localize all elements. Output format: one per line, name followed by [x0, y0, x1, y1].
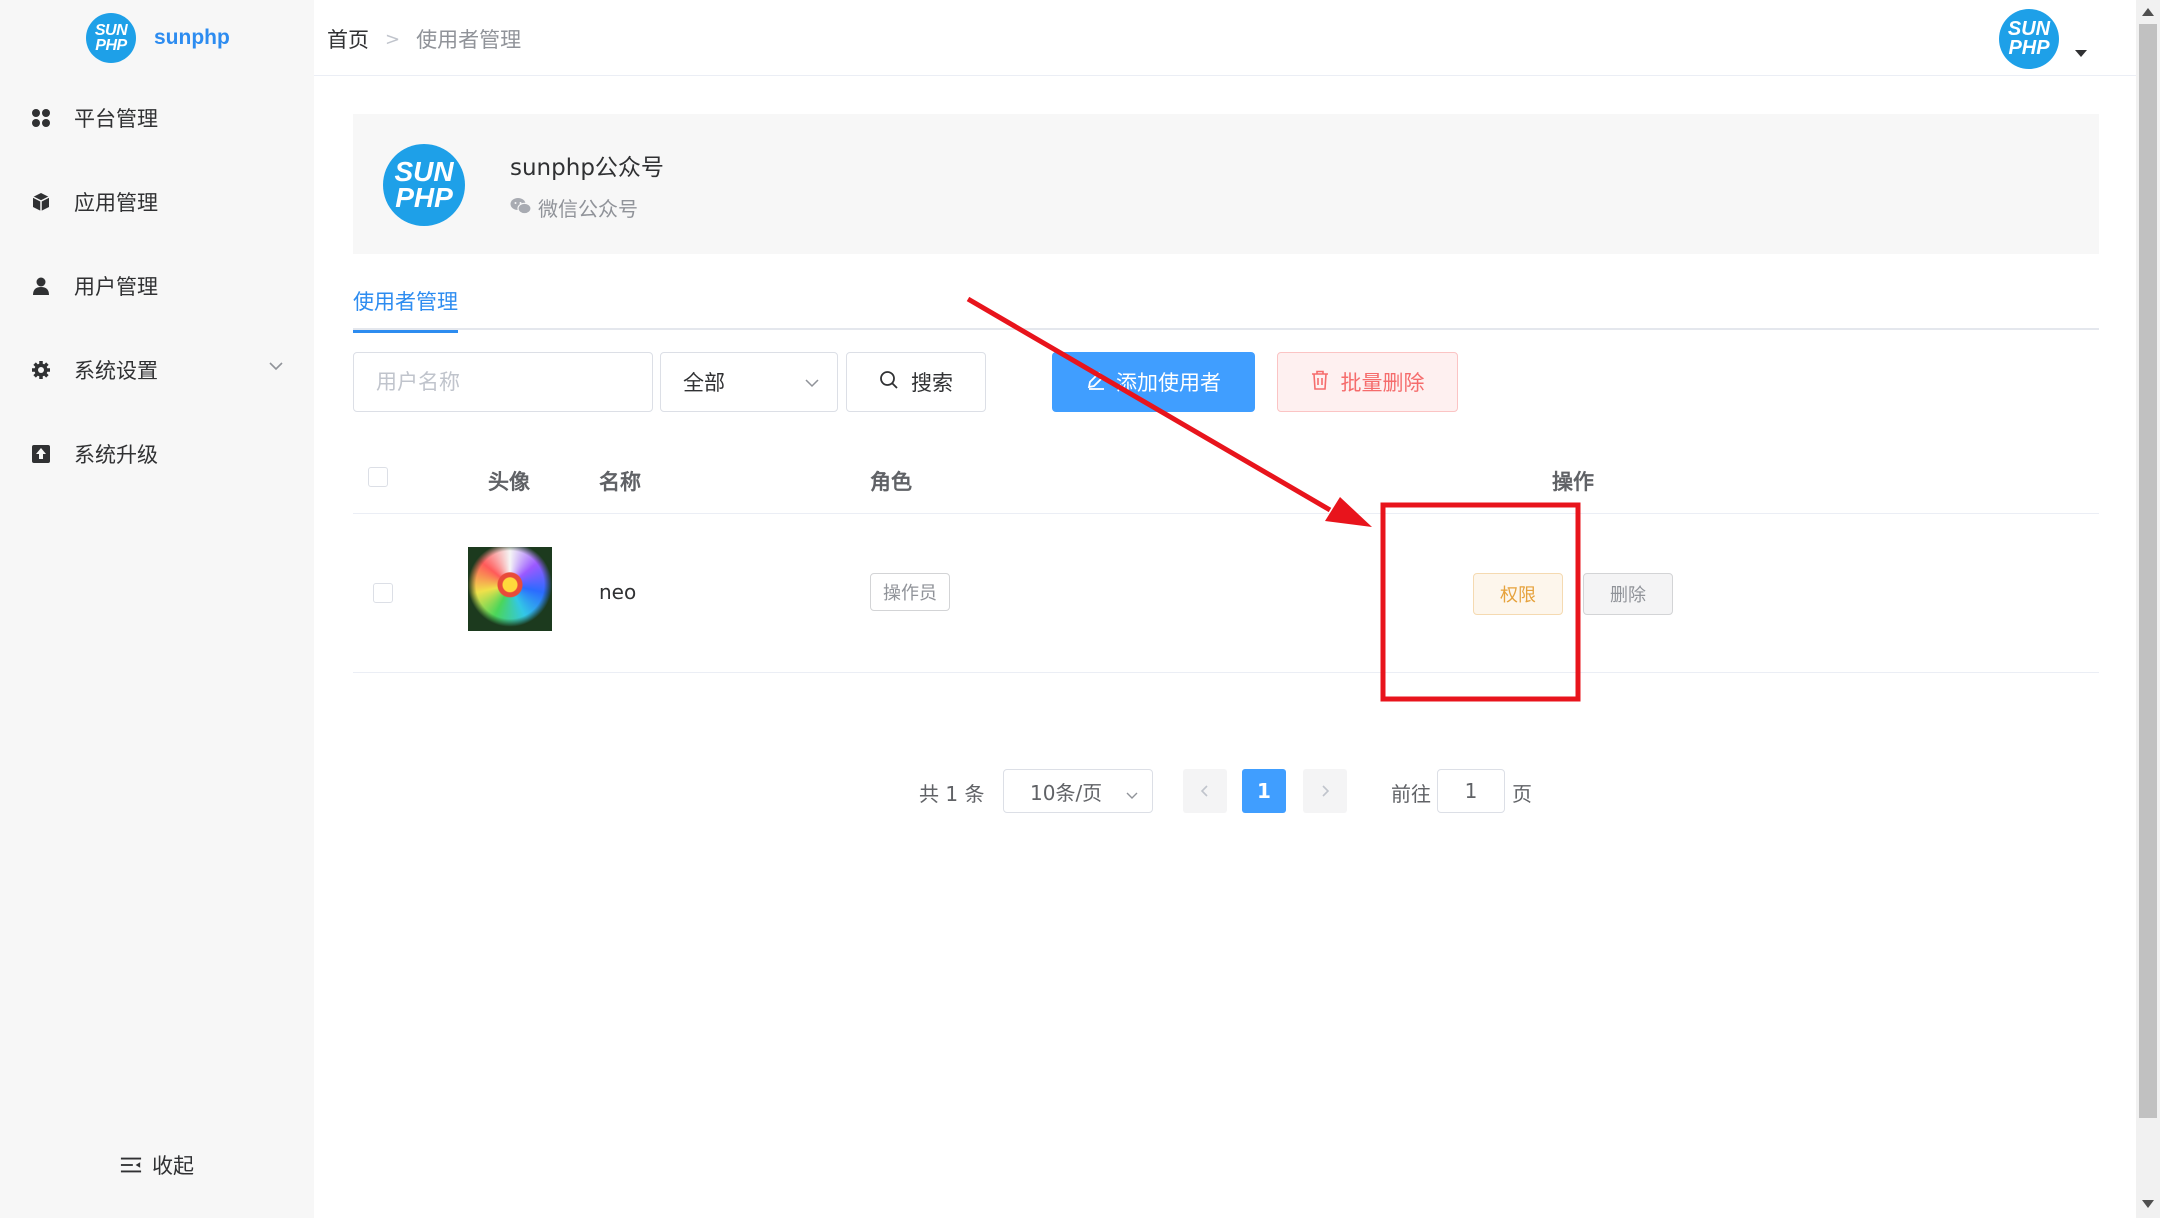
caret-down-icon[interactable] — [2075, 50, 2087, 57]
sidebar-item-platform[interactable]: 平台管理 — [0, 76, 314, 160]
sidebar-item-label: 应用管理 — [74, 191, 158, 215]
sidebar-item-apps[interactable]: 应用管理 — [0, 160, 314, 244]
brand-name: sunphp — [154, 26, 230, 49]
chevron-down-icon — [1124, 785, 1140, 809]
upload-icon — [30, 443, 52, 465]
breadcrumb-current: 使用者管理 — [416, 28, 522, 52]
vertical-scrollbar[interactable] — [2136, 0, 2160, 1218]
scroll-thumb[interactable] — [2139, 24, 2157, 1118]
sidebar-item-label: 平台管理 — [74, 107, 158, 131]
role-select-value: 全部 — [683, 371, 725, 395]
chevron-left-icon — [1198, 779, 1212, 803]
cube-icon — [30, 191, 52, 213]
trash-icon — [1311, 370, 1329, 395]
account-type: 微信公众号 — [510, 193, 638, 222]
pagination: 共 1 条 10条/页 1 前往 1 页 — [0, 766, 2136, 816]
app-root: SUN PHP sunphp 平台管理 应用管理 用户管理 系统设置 系统升级 … — [0, 0, 2160, 1218]
row-name: neo — [599, 580, 637, 604]
column-actions: 操作 — [1552, 470, 1594, 494]
chevron-down-icon — [268, 358, 284, 378]
sidebar-item-label: 用户管理 — [74, 275, 158, 299]
scroll-up-arrow-icon[interactable] — [2142, 8, 2154, 16]
search-button[interactable]: 搜索 — [846, 352, 986, 412]
prev-page-button[interactable] — [1183, 769, 1227, 813]
sidebar-item-label: 系统设置 — [74, 359, 158, 383]
username-search-field[interactable] — [353, 352, 653, 412]
add-user-label: 添加使用者 — [1116, 371, 1221, 395]
username-input[interactable] — [376, 370, 636, 394]
batch-delete-label: 批量删除 — [1340, 371, 1425, 395]
column-role: 角色 — [870, 470, 912, 494]
brand-logo: SUN PHP — [86, 13, 136, 63]
account-logo: SUN PHP — [383, 144, 465, 226]
sidebar-item-settings[interactable]: 系统设置 — [0, 328, 314, 412]
page-number-current[interactable]: 1 — [1242, 769, 1286, 813]
breadcrumb-home[interactable]: 首页 — [327, 24, 369, 54]
sidebar-item-label: 系统升级 — [74, 443, 158, 467]
brand-logo-text-top: SUN — [94, 21, 128, 39]
next-page-button[interactable] — [1303, 769, 1347, 813]
avatar-text-bottom: PHP — [2008, 37, 2050, 59]
add-user-button[interactable]: 添加使用者 — [1052, 352, 1255, 412]
account-type-label: 微信公众号 — [538, 197, 638, 221]
role-tag: 操作员 — [870, 573, 950, 611]
brand[interactable]: SUN PHP sunphp — [0, 0, 314, 76]
page-size-value: 10条/页 — [1030, 780, 1103, 805]
column-name: 名称 — [599, 470, 641, 494]
breadcrumb: 首页 > 使用者管理 — [327, 24, 521, 54]
chevron-right-icon — [1318, 779, 1332, 803]
collapse-button[interactable]: 收起 — [120, 1150, 194, 1180]
top-header: 首页 > 使用者管理 SUN PHP — [314, 0, 2136, 76]
collapse-icon — [120, 1154, 142, 1176]
permission-button[interactable]: 权限 — [1473, 573, 1563, 615]
gear-icon — [30, 359, 52, 381]
tabs: 使用者管理 — [353, 280, 2099, 333]
search-label: 搜索 — [911, 371, 953, 395]
sidebar: SUN PHP sunphp 平台管理 应用管理 用户管理 系统设置 系统升级 … — [0, 0, 314, 1218]
table-header: 头像 名称 角色 操作 — [353, 440, 2099, 514]
edit-icon — [1086, 370, 1106, 395]
table-row: neo 操作员 权限 删除 — [353, 514, 2099, 673]
scroll-down-arrow-icon[interactable] — [2142, 1200, 2154, 1208]
search-icon — [879, 370, 899, 395]
user-avatar[interactable]: SUN PHP — [1999, 9, 2059, 69]
row-checkbox[interactable] — [373, 583, 393, 603]
goto-label: 前往 — [1391, 782, 1431, 806]
goto-suffix: 页 — [1512, 782, 1532, 806]
tab-user-management[interactable]: 使用者管理 — [353, 286, 458, 333]
wechat-icon — [510, 196, 532, 220]
batch-delete-button[interactable]: 批量删除 — [1277, 352, 1458, 412]
user-icon — [30, 275, 52, 297]
role-select[interactable]: 全部 — [660, 352, 838, 412]
chevron-down-icon — [803, 373, 821, 397]
goto-page-input[interactable]: 1 — [1437, 769, 1505, 813]
account-logo-text-bottom: PHP — [395, 182, 453, 213]
delete-button[interactable]: 删除 — [1583, 573, 1673, 615]
page-size-select[interactable]: 10条/页 — [1003, 769, 1153, 813]
select-all-checkbox[interactable] — [368, 467, 388, 487]
account-card: SUN PHP sunphp公众号 微信公众号 — [353, 114, 2099, 254]
collapse-label: 收起 — [152, 1154, 194, 1178]
sidebar-item-users[interactable]: 用户管理 — [0, 244, 314, 328]
apps-icon — [30, 107, 52, 129]
row-avatar — [468, 547, 552, 631]
column-avatar: 头像 — [488, 470, 530, 494]
account-name: sunphp公众号 — [510, 155, 664, 181]
breadcrumb-separator: > — [385, 28, 401, 50]
pagination-total: 共 1 条 — [919, 782, 985, 806]
brand-logo-text-bottom: PHP — [95, 37, 127, 54]
sidebar-item-upgrade[interactable]: 系统升级 — [0, 412, 314, 496]
